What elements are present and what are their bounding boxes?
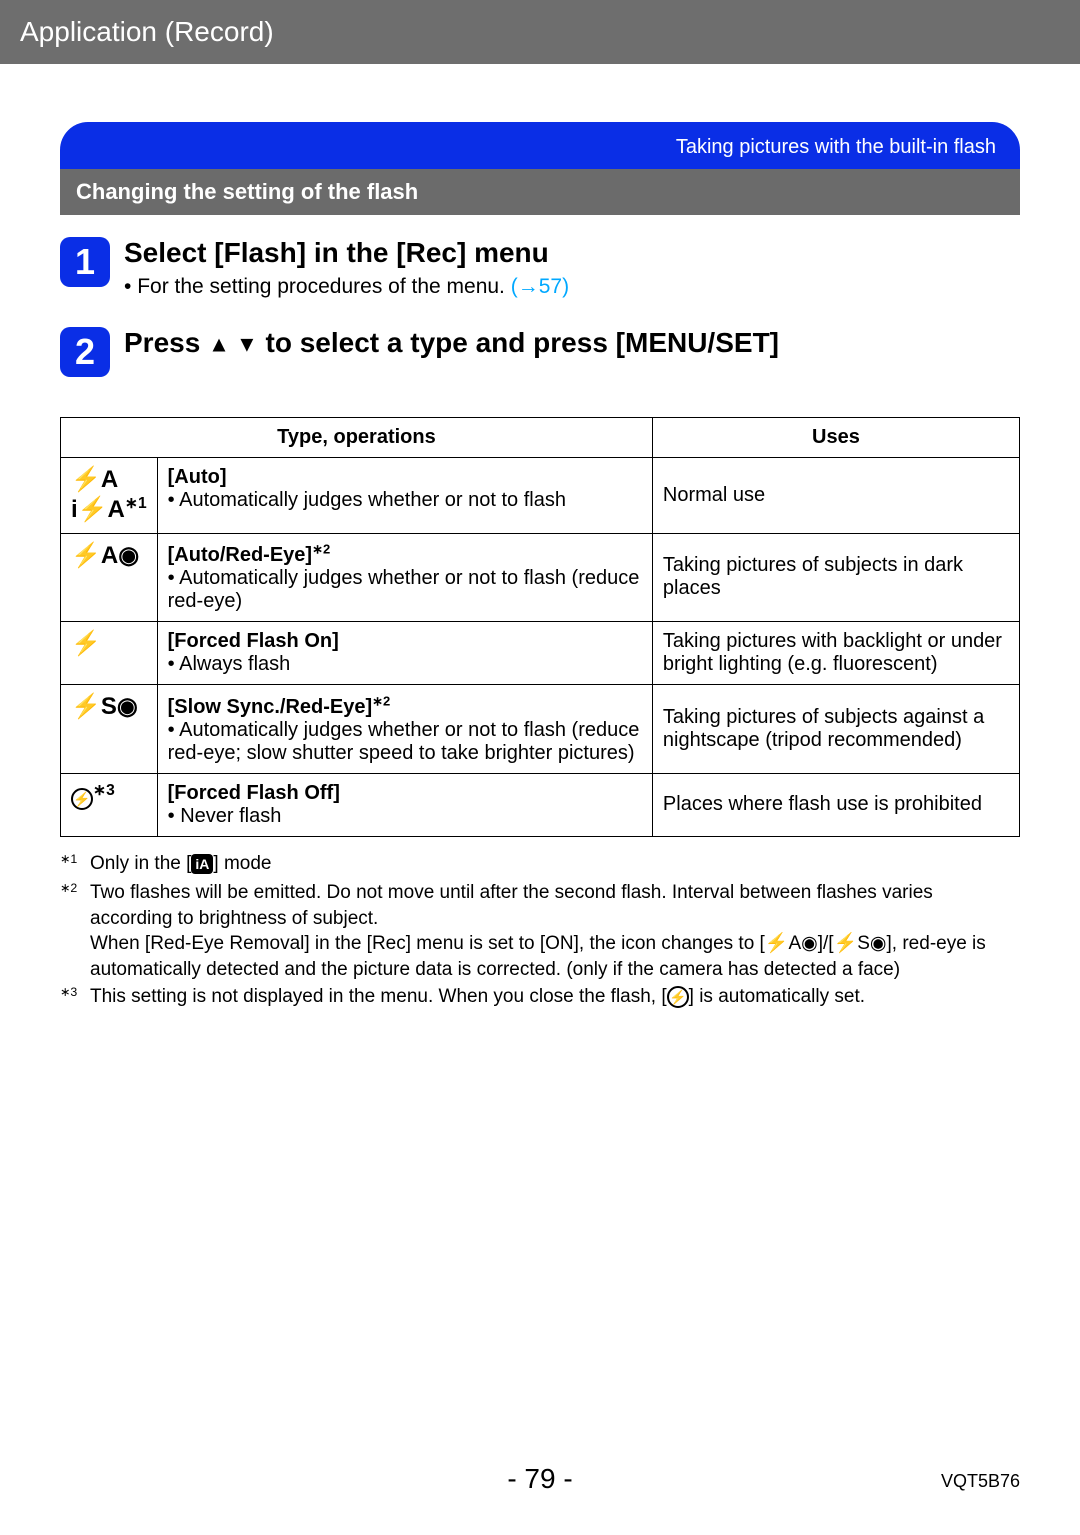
section-subheader: Changing the setting of the flash bbox=[60, 169, 1020, 215]
step-1: 1 Select [Flash] in the [Rec] menu For t… bbox=[60, 237, 1020, 299]
mode-name: [Slow Sync./Red-Eye]∗2 bbox=[168, 696, 391, 718]
flash-mode-op: [Auto/Red-Eye]∗2 • Automatically judges … bbox=[157, 533, 652, 622]
flash-mode-icon-cell: ⚡A◉ bbox=[61, 533, 158, 622]
table-row: ⚡A◉ [Auto/Red-Eye]∗2 • Automatically jud… bbox=[61, 533, 1020, 622]
page-number: - 79 - bbox=[507, 1463, 572, 1495]
step-number-badge: 1 bbox=[60, 237, 110, 287]
app-header-title: Application (Record) bbox=[20, 16, 274, 47]
col-header-uses: Uses bbox=[652, 418, 1019, 458]
step-number: 1 bbox=[75, 241, 95, 283]
flash-mode-icon-cell: ⚡A i⚡A∗1 bbox=[61, 458, 158, 534]
flash-auto-redeye-changed-icon: ⚡A◉ bbox=[765, 933, 818, 954]
flash-mode-uses: Taking pictures with backlight or under … bbox=[652, 622, 1019, 685]
table-row: ⚡∗3 [Forced Flash Off] • Never flash Pla… bbox=[61, 773, 1020, 836]
flash-mode-op: [Auto] • Automatically judges whether or… bbox=[157, 458, 652, 534]
footnote-2: ∗2 Two flashes will be emitted. Do not m… bbox=[60, 880, 1020, 931]
flash-mode-uses: Normal use bbox=[652, 458, 1019, 534]
flash-mode-uses: Taking pictures of subjects in dark plac… bbox=[652, 533, 1019, 622]
step-2-title-prefix: Press bbox=[124, 327, 208, 358]
table-row: ⚡S◉ [Slow Sync./Red-Eye]∗2 • Automatical… bbox=[61, 685, 1020, 774]
footnote-3: ∗3 This setting is not displayed in the … bbox=[60, 984, 1020, 1011]
step-1-title: Select [Flash] in the [Rec] menu bbox=[124, 237, 569, 269]
flash-forced-off-icon: ⚡ bbox=[667, 986, 689, 1008]
table-header-row: Type, operations Uses bbox=[61, 418, 1020, 458]
flash-mode-icon-cell: ⚡S◉ bbox=[61, 685, 158, 774]
col-header-type: Type, operations bbox=[61, 418, 653, 458]
flash-modes-table: Type, operations Uses ⚡A i⚡A∗1 [Auto] • … bbox=[60, 417, 1020, 837]
ia-mode-icon: iA bbox=[191, 854, 213, 874]
flash-mode-icon-cell: ⚡∗3 bbox=[61, 773, 158, 836]
mode-name: [Forced Flash Off] bbox=[168, 782, 340, 804]
flash-auto-icon: ⚡A bbox=[71, 466, 118, 493]
step-1-bullet: For the setting procedures of the menu. … bbox=[124, 275, 569, 299]
up-down-icon: ▲ ▼ bbox=[208, 332, 258, 357]
page-footer: - 79 - VQT5B76 bbox=[0, 1463, 1080, 1495]
mode-desc: Never flash bbox=[180, 805, 281, 827]
flash-mode-uses: Taking pictures of subjects against a ni… bbox=[652, 685, 1019, 774]
step-1-link[interactable]: (→57) bbox=[511, 275, 569, 298]
mode-name: [Forced Flash On] bbox=[168, 630, 339, 652]
flash-mode-op: [Forced Flash On] • Always flash bbox=[157, 622, 652, 685]
flash-forced-on-icon: ⚡ bbox=[71, 630, 101, 657]
step-2-title: Press ▲ ▼ to select a type and press [ME… bbox=[124, 327, 779, 359]
mode-desc: Automatically judges whether or not to f… bbox=[168, 719, 640, 764]
mode-name: [Auto/Red-Eye]∗2 bbox=[168, 544, 331, 566]
step-2-title-suffix: to select a type and press [MENU/SET] bbox=[266, 327, 779, 358]
flash-slowsync-redeye-icon: ⚡S◉ bbox=[71, 693, 138, 720]
footnotes: ∗1 Only in the [iA] mode ∗2 Two flashes … bbox=[60, 851, 1020, 1012]
mode-name: [Auto] bbox=[168, 466, 227, 488]
flash-mode-uses: Places where flash use is prohibited bbox=[652, 773, 1019, 836]
footnote-2-line1: Two flashes will be emitted. Do not move… bbox=[90, 882, 933, 929]
flash-iauto-icon: i⚡A∗1 bbox=[71, 496, 147, 523]
table-row: ⚡A i⚡A∗1 [Auto] • Automatically judges w… bbox=[61, 458, 1020, 534]
section-subheader-text: Changing the setting of the flash bbox=[76, 179, 418, 204]
step-1-bullet-text: For the setting procedures of the menu. bbox=[137, 275, 511, 298]
step-number-badge: 2 bbox=[60, 327, 110, 377]
step-2: 2 Press ▲ ▼ to select a type and press [… bbox=[60, 327, 1020, 377]
mode-desc: Always flash bbox=[179, 653, 290, 675]
mode-desc: Automatically judges whether or not to f… bbox=[179, 489, 566, 511]
flash-forced-off-icon: ⚡ bbox=[71, 788, 93, 810]
table-row: ⚡ [Forced Flash On] • Always flash Takin… bbox=[61, 622, 1020, 685]
footnote-2-line2: When [Red-Eye Removal] in the [Rec] menu… bbox=[90, 931, 1020, 982]
flash-mode-op: [Slow Sync./Red-Eye]∗2 • Automatically j… bbox=[157, 685, 652, 774]
app-header: Application (Record) bbox=[0, 0, 1080, 64]
flash-mode-op: [Forced Flash Off] • Never flash bbox=[157, 773, 652, 836]
footnote-1: ∗1 Only in the [iA] mode bbox=[60, 851, 1020, 878]
topic-banner: Taking pictures with the built-in flash bbox=[60, 122, 1020, 169]
mode-desc: Automatically judges whether or not to f… bbox=[168, 567, 640, 612]
step-number: 2 bbox=[75, 331, 95, 373]
topic-banner-text: Taking pictures with the built-in flash bbox=[676, 136, 996, 158]
flash-mode-icon-cell: ⚡ bbox=[61, 622, 158, 685]
flash-auto-redeye-icon: ⚡A◉ bbox=[71, 542, 139, 569]
doc-code: VQT5B76 bbox=[941, 1471, 1020, 1492]
flash-slowsync-redeye-changed-icon: ⚡S◉ bbox=[834, 933, 887, 954]
